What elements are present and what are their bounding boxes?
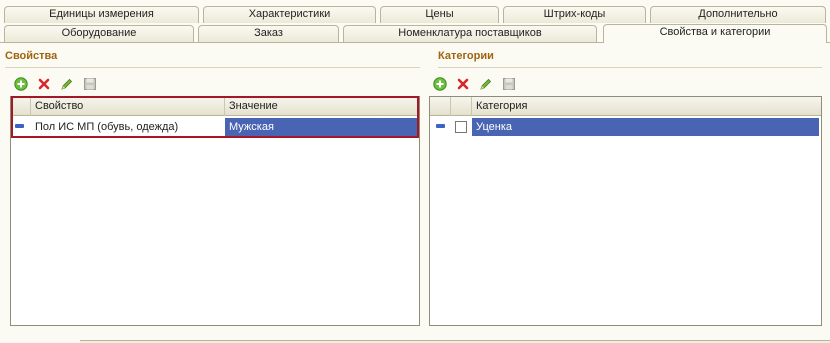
- properties-divider: [5, 67, 420, 68]
- tab-additional[interactable]: Дополнительно: [650, 6, 826, 23]
- properties-table[interactable]: Свойство Значение Пол ИС МП (обувь, одеж…: [10, 96, 420, 326]
- tab-order[interactable]: Заказ: [198, 25, 339, 42]
- table-row[interactable]: Уценка: [430, 118, 821, 136]
- tab-units[interactable]: Единицы измерения: [4, 6, 199, 23]
- tab-label: Оборудование: [61, 27, 137, 39]
- tab-supplier-nomenclature[interactable]: Номенклатура поставщиков: [343, 25, 597, 42]
- tab-barcodes[interactable]: Штрих-коды: [503, 6, 646, 23]
- tab-label: Штрих-коды: [543, 8, 606, 20]
- tab-label: Свойства и категории: [659, 26, 771, 38]
- table-row[interactable]: Пол ИС МП (обувь, одежда) Мужская: [11, 118, 419, 136]
- categories-title: Категории: [438, 50, 494, 62]
- tab-label: Характеристики: [248, 8, 331, 20]
- tab-label: Единицы измерения: [49, 8, 154, 20]
- edit-icon: [480, 78, 492, 90]
- tab-prices[interactable]: Цены: [380, 6, 499, 23]
- category-checkbox[interactable]: [455, 121, 467, 133]
- value-cell[interactable]: Мужская: [225, 118, 417, 136]
- category-save-button[interactable]: [501, 76, 517, 92]
- add-button[interactable]: [13, 76, 29, 92]
- categories-table-header: Категория: [430, 97, 821, 116]
- tab-label: Цены: [425, 8, 454, 20]
- property-cell[interactable]: Пол ИС МП (обувь, одежда): [31, 118, 225, 136]
- tab-label: Дополнительно: [698, 8, 778, 20]
- category-delete-button[interactable]: [455, 76, 471, 92]
- edit-icon: [61, 78, 73, 90]
- delete-button[interactable]: [36, 76, 52, 92]
- header-check: [451, 97, 472, 116]
- header-property[interactable]: Свойство: [31, 97, 225, 116]
- category-add-button[interactable]: [432, 76, 448, 92]
- tab-characteristics[interactable]: Характеристики: [203, 6, 376, 23]
- current-row-icon: [15, 124, 24, 128]
- header-marker: [11, 97, 31, 116]
- properties-table-header: Свойство Значение: [11, 97, 419, 116]
- properties-title: Свойства: [5, 50, 58, 62]
- tab-properties-categories[interactable]: Свойства и категории: [603, 24, 827, 43]
- category-cell[interactable]: Уценка: [472, 118, 819, 136]
- categories-table[interactable]: Категория Уценка: [429, 96, 822, 326]
- tab-label: Заказ: [254, 27, 283, 39]
- save-icon: [84, 78, 96, 90]
- add-icon: [433, 77, 447, 91]
- save-icon: [503, 78, 515, 90]
- header-category[interactable]: Категория: [472, 97, 821, 116]
- delete-icon: [38, 78, 50, 90]
- edit-button[interactable]: [59, 76, 75, 92]
- save-button[interactable]: [82, 76, 98, 92]
- current-row-icon: [436, 124, 445, 128]
- category-edit-button[interactable]: [478, 76, 494, 92]
- delete-icon: [457, 78, 469, 90]
- header-marker: [430, 97, 451, 116]
- add-icon: [14, 77, 28, 91]
- tab-label: Номенклатура поставщиков: [398, 27, 542, 39]
- header-value[interactable]: Значение: [225, 97, 419, 116]
- tab-equipment[interactable]: Оборудование: [4, 25, 194, 42]
- categories-divider: [438, 67, 822, 68]
